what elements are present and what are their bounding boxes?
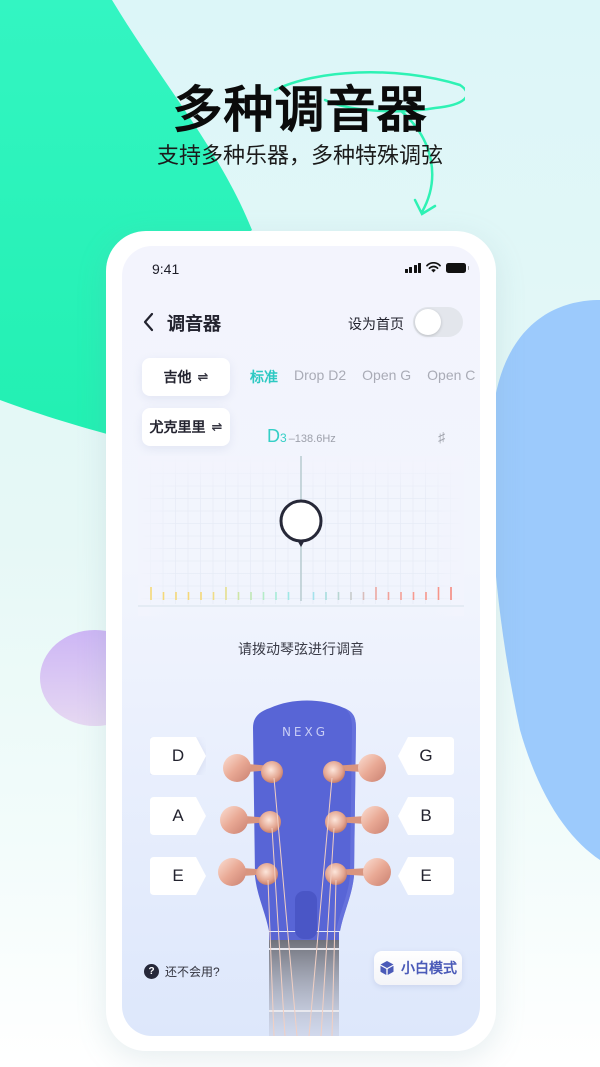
- question-icon: ?: [144, 964, 159, 979]
- string-note: D: [171, 746, 185, 765]
- page-title: 调音器: [167, 314, 221, 334]
- instrument-label: 吉他: [163, 369, 192, 385]
- easy-mode-button[interactable]: 小白模式: [374, 951, 462, 985]
- easy-mode-label: 小白模式: [401, 960, 457, 976]
- string-note: E: [420, 866, 432, 885]
- battery-icon: [446, 262, 469, 273]
- tab-drop-d2[interactable]: Drop D2: [294, 367, 346, 387]
- instrument-label: 尤克里里: [149, 419, 206, 435]
- chevron-left-icon[interactable]: [140, 310, 158, 334]
- toggle-knob: [415, 309, 441, 335]
- set-home-label: 设为首页: [348, 316, 404, 332]
- string-button-right-3[interactable]: E: [398, 857, 454, 895]
- swap-icon: ⇌: [197, 369, 209, 384]
- help-text: 还不会用?: [165, 965, 220, 979]
- signal-icon: [404, 262, 421, 273]
- tab-open-c[interactable]: Open C: [427, 367, 475, 387]
- string-note: E: [172, 866, 184, 885]
- string-button-left-2[interactable]: A: [150, 797, 206, 835]
- swap-icon: ⇌: [211, 419, 223, 434]
- tab-open-g[interactable]: Open G: [362, 367, 411, 387]
- set-home-toggle[interactable]: [413, 307, 463, 337]
- note-frequency: –138.6Hz: [288, 433, 336, 445]
- status-icons: [404, 262, 469, 273]
- brand-logo: NEXG: [282, 725, 328, 739]
- cube-icon: [380, 961, 394, 975]
- help-link[interactable]: ? 还不会用?: [144, 963, 220, 980]
- note-reading: D 3 –138.6Hz: [267, 426, 336, 447]
- string-button-right-2[interactable]: B: [398, 797, 454, 835]
- tuning-tabs: 标准 Drop D2 Open G Open C: [250, 367, 475, 387]
- status-time: 9:41: [152, 261, 180, 277]
- string-note: B: [420, 806, 432, 825]
- note-octave: 3: [280, 431, 287, 445]
- promo-subheadline: 支持多种乐器，多种特殊调弦: [156, 143, 443, 168]
- sharp-icon: ♯: [438, 429, 445, 445]
- note-letter: D: [267, 426, 280, 446]
- pluck-prompt: 请拨动琴弦进行调音: [238, 641, 364, 657]
- string-note: A: [172, 806, 184, 825]
- blue-background-shape: [490, 300, 600, 860]
- string-button-left-1[interactable]: D: [150, 737, 206, 775]
- tuning-meter: [138, 456, 464, 616]
- tab-standard[interactable]: 标准: [250, 367, 278, 387]
- string-note: G: [419, 746, 433, 765]
- string-button-right-1[interactable]: G: [398, 737, 454, 775]
- instrument-button-ukulele[interactable]: 尤克里里 ⇌: [142, 408, 230, 446]
- instrument-button-guitar[interactable]: 吉他 ⇌: [142, 358, 230, 396]
- string-button-left-3[interactable]: E: [150, 857, 206, 895]
- phone-frame: 9:41 调音器 设为首页 吉他 ⇌ 尤克里里 ⇌ 标准 Drop D2 Ope…: [106, 231, 496, 1051]
- wifi-icon: [426, 262, 441, 273]
- promo-headline: 多种调音器: [172, 81, 428, 139]
- tuner-screen: 9:41 调音器 设为首页 吉他 ⇌ 尤克里里 ⇌ 标准 Drop D2 Ope…: [122, 246, 480, 1036]
